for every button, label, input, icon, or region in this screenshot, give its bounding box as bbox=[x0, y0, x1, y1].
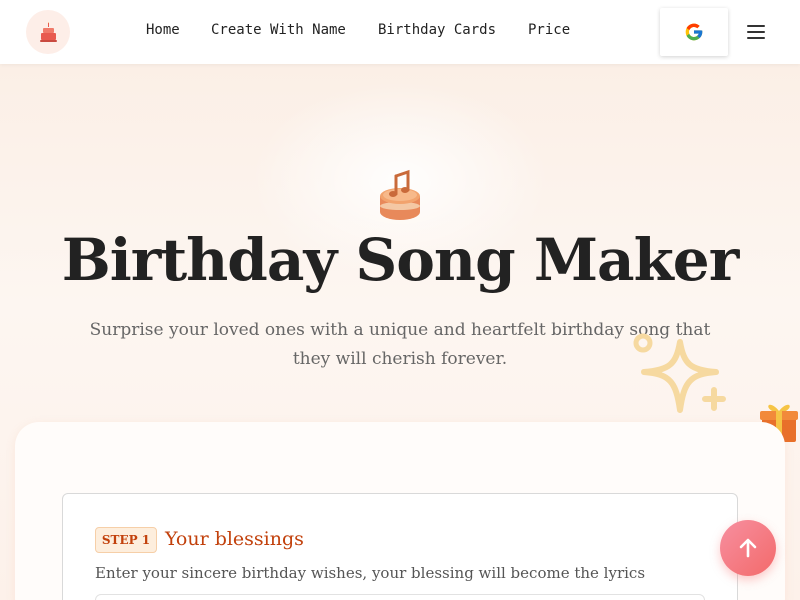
google-icon bbox=[685, 23, 703, 41]
step-description: Enter your sincere birthday wishes, your… bbox=[95, 564, 646, 582]
top-navbar: Home Create With Name Birthday Cards Pri… bbox=[0, 0, 800, 64]
page-title: Birthday Song Maker bbox=[61, 226, 740, 294]
nav-create-with-name[interactable]: Create With Name bbox=[211, 22, 346, 42]
music-cake-icon bbox=[380, 169, 420, 220]
google-sign-in-button[interactable] bbox=[660, 8, 728, 56]
arrow-up-icon bbox=[739, 538, 757, 558]
hamburger-menu-icon bbox=[747, 25, 765, 39]
scroll-to-top-button[interactable] bbox=[720, 520, 776, 576]
nav-birthday-cards[interactable]: Birthday Cards bbox=[378, 22, 496, 42]
nav-home[interactable]: Home bbox=[146, 22, 180, 42]
hamburger-menu-button[interactable] bbox=[744, 20, 768, 44]
blessings-input[interactable] bbox=[95, 594, 705, 600]
step-badge: STEP 1 bbox=[95, 527, 157, 553]
birthday-cake-icon bbox=[40, 22, 57, 42]
sparkle-icon bbox=[633, 333, 726, 413]
step-title: Your blessings bbox=[165, 528, 304, 550]
logo[interactable] bbox=[26, 10, 70, 54]
step-1-section bbox=[62, 493, 738, 600]
nav-price[interactable]: Price bbox=[528, 22, 570, 42]
